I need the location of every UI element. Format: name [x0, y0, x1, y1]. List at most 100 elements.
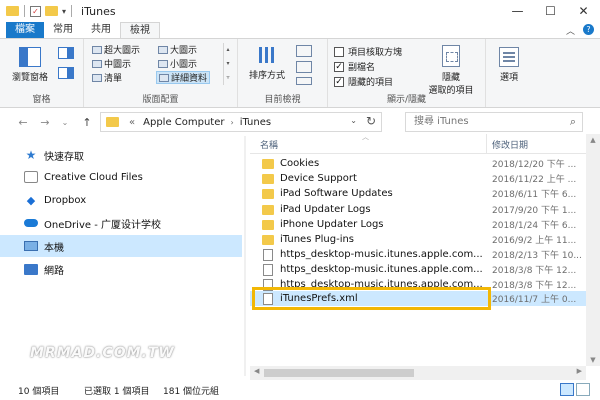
- properties-check-icon[interactable]: ✓: [30, 5, 41, 17]
- close-button[interactable]: ✕: [567, 0, 600, 22]
- checkbox[interactable]: [334, 46, 344, 57]
- layout-scroll[interactable]: ▴ ▾ ▿: [223, 43, 232, 85]
- group-show-hide: 項目核取方塊 ✓ 副檔名 ✓ 隱藏的項目 隱藏 選取的項目 顯示/隱藏: [328, 39, 486, 107]
- up-arrow-icon[interactable]: ↑: [78, 116, 96, 129]
- breadcrumb-segment[interactable]: iTunes: [240, 117, 271, 128]
- file-extensions-toggle[interactable]: ✓ 副檔名: [334, 60, 375, 73]
- hidden-items-toggle[interactable]: ✓ 隱藏的項目: [334, 75, 393, 88]
- help-icon[interactable]: ?: [583, 24, 594, 35]
- vertical-scrollbar[interactable]: ▲ ▼: [586, 134, 600, 366]
- file-row[interactable]: iTunes Plug-ins 2016/9/2 上午 11...: [250, 232, 586, 247]
- details-view-icon[interactable]: [560, 383, 574, 396]
- status-selected-count: 已選取 1 個項目: [84, 387, 150, 397]
- file-date: 2016/11/22 上午 ...: [492, 175, 577, 185]
- scroll-up-icon[interactable]: ▲: [586, 136, 600, 144]
- recent-locations-dropdown-icon[interactable]: ⌄: [56, 118, 74, 127]
- search-input[interactable]: 搜尋 iTunes ⌕: [405, 112, 583, 132]
- file-list: ︿ 名稱 修改日期 Cookies 2018/12/20 下午 ... Devi…: [250, 133, 600, 366]
- file-row[interactable]: iPad Updater Logs 2017/9/20 下午 1...: [250, 202, 586, 217]
- file-icon: [263, 263, 273, 276]
- nav-item-creative-cloud[interactable]: Creative Cloud Files: [0, 166, 242, 188]
- nav-item-network[interactable]: 網路: [0, 258, 242, 280]
- file-row[interactable]: https_desktop-music.itunes.apple.com... …: [250, 277, 586, 292]
- search-icon[interactable]: ⌕: [570, 113, 576, 131]
- forward-arrow-icon[interactable]: →: [36, 116, 54, 129]
- tab-file[interactable]: 檔案: [6, 22, 44, 38]
- layout-list[interactable]: 清單: [90, 71, 124, 84]
- checkbox[interactable]: ✓: [334, 61, 344, 72]
- file-name: iPad Updater Logs: [280, 204, 371, 215]
- nav-item-dropbox[interactable]: ◆ Dropbox: [0, 189, 242, 211]
- group-label-current-view: 目前檢視: [264, 95, 301, 105]
- address-row: ← → ⌄ ↑ « Apple Computer › iTunes ⌄ ↻ 搜尋…: [0, 110, 600, 134]
- layout-small-icons[interactable]: 小圖示: [156, 57, 199, 70]
- column-divider[interactable]: [486, 134, 487, 154]
- layout-label: 中圖示: [104, 60, 132, 70]
- file-row[interactable]: Cookies 2018/12/20 下午 ...: [250, 156, 586, 171]
- file-name: https_desktop-music.itunes.apple.com...: [280, 249, 483, 260]
- file-name: https_desktop-music.itunes.apple.com...: [280, 279, 483, 290]
- folder-icon: [262, 188, 274, 199]
- group-label-show-hide: 顯示/隱藏: [386, 95, 427, 105]
- nav-item-label: 網路: [44, 265, 64, 277]
- tab-view[interactable]: 檢視: [120, 22, 160, 38]
- group-by-icon[interactable]: [296, 45, 312, 57]
- nav-pane-scrollbar[interactable]: [244, 136, 246, 376]
- window-controls: — ☐ ✕: [501, 0, 600, 22]
- large-icons-view-icon[interactable]: [576, 383, 590, 396]
- scroll-right-icon[interactable]: ▶: [577, 367, 582, 375]
- navigation-pane-button[interactable]: 瀏覽窗格: [6, 47, 54, 83]
- hide-selected-items-button[interactable]: 隱藏 選取的項目: [420, 45, 482, 96]
- details-pane-button[interactable]: [58, 67, 74, 79]
- address-dropdown-icon[interactable]: ⌄: [350, 116, 357, 125]
- chevron-right-icon[interactable]: ›: [230, 118, 233, 127]
- new-folder-icon[interactable]: [45, 6, 58, 16]
- minimize-button[interactable]: —: [501, 0, 534, 22]
- collapse-ribbon-icon[interactable]: ︿: [566, 24, 575, 37]
- layout-details[interactable]: 詳細資料: [156, 71, 211, 84]
- small-icons-icon: [158, 59, 168, 68]
- column-header-name[interactable]: 名稱: [260, 138, 278, 151]
- nav-item-this-pc[interactable]: 本機: [0, 235, 242, 257]
- group-label-layout: 版面配置: [142, 95, 179, 105]
- layout-large-icons[interactable]: 大圖示: [156, 43, 199, 56]
- breadcrumb-segment[interactable]: Apple Computer: [143, 117, 224, 128]
- maximize-button[interactable]: ☐: [534, 0, 567, 22]
- file-row[interactable]: Device Support 2016/11/22 上午 ...: [250, 171, 586, 186]
- nav-item-onedrive[interactable]: OneDrive - 广厦设计学校: [0, 212, 242, 234]
- tab-home[interactable]: 常用: [44, 22, 82, 38]
- file-row[interactable]: https_desktop-music.itunes.apple.com... …: [250, 262, 586, 277]
- layout-label: 小圖示: [170, 60, 198, 70]
- tab-share[interactable]: 共用: [82, 22, 120, 38]
- address-bar[interactable]: « Apple Computer › iTunes ⌄ ↻: [100, 112, 382, 132]
- column-header-date[interactable]: 修改日期: [492, 138, 528, 151]
- horizontal-scrollbar[interactable]: ◀ ▶: [250, 366, 586, 380]
- scroll-down-icon[interactable]: ▼: [586, 356, 600, 364]
- item-checkboxes-toggle[interactable]: 項目核取方塊: [334, 45, 402, 58]
- layout-label: 大圖示: [170, 46, 198, 56]
- options-button[interactable]: 選項: [490, 47, 528, 83]
- size-columns-icon[interactable]: [296, 77, 312, 85]
- back-arrow-icon[interactable]: ←: [14, 116, 32, 129]
- nav-item-quick-access[interactable]: ★ 快速存取: [0, 144, 242, 166]
- breadcrumb-overflow[interactable]: «: [129, 117, 135, 128]
- scroll-thumb[interactable]: [264, 369, 414, 377]
- navigation-pane-label: 瀏覽窗格: [11, 73, 48, 83]
- file-row[interactable]: iPad Software Updates 2018/6/11 下午 6...: [250, 186, 586, 201]
- preview-pane-button[interactable]: [58, 47, 74, 59]
- folder-icon: [262, 204, 274, 215]
- file-row-selected[interactable]: iTunesPrefs.xml 2016/11/7 上午 0...: [250, 291, 586, 306]
- checkbox[interactable]: ✓: [334, 76, 344, 87]
- quick-access-toolbar: ✓ ▾: [0, 0, 73, 22]
- scroll-left-icon[interactable]: ◀: [254, 367, 259, 375]
- group-label-panes: 窗格: [32, 95, 51, 105]
- file-row[interactable]: iPhone Updater Logs 2018/1/24 下午 6...: [250, 217, 586, 232]
- refresh-icon[interactable]: ↻: [366, 114, 376, 128]
- add-columns-icon[interactable]: [296, 61, 312, 73]
- layout-medium-icons[interactable]: 中圖示: [90, 57, 133, 70]
- details-icon: [159, 73, 169, 82]
- sort-by-button[interactable]: 排序方式: [244, 45, 290, 81]
- file-row[interactable]: https_desktop-music.itunes.apple.com... …: [250, 247, 586, 262]
- layout-extra-large-icons[interactable]: 超大圖示: [90, 43, 142, 56]
- customize-toolbar-dropdown-icon[interactable]: ▾: [62, 7, 66, 16]
